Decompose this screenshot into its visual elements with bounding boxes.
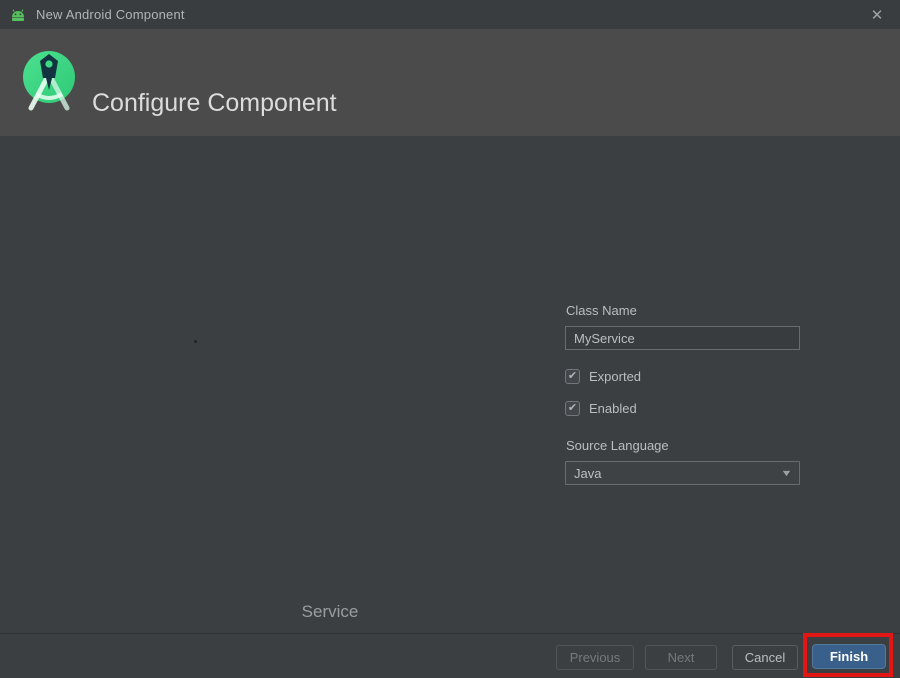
android-studio-logo [21, 50, 77, 112]
checkbox-checked-icon: ✔ [565, 368, 580, 384]
previous-button[interactable]: Previous [556, 645, 634, 670]
chevron-down-icon: ▼ [780, 468, 793, 478]
enabled-label: Enabled [589, 400, 637, 416]
class-name-input[interactable] [565, 326, 800, 350]
android-robot-icon [9, 7, 27, 23]
close-icon: ✕ [870, 6, 884, 24]
source-language-value: Java [574, 465, 602, 481]
component-name: Service [301, 602, 359, 621]
source-language-select[interactable]: Java ▼ [565, 461, 800, 485]
finish-highlight-annotation: Finish [803, 633, 893, 677]
exported-label: Exported [589, 368, 642, 384]
finish-button[interactable]: Finish [812, 644, 886, 669]
next-button[interactable]: Next [645, 645, 717, 670]
exported-checkbox[interactable]: ✔ Exported [565, 368, 641, 384]
page-title: Configure Component [92, 89, 337, 117]
header: Configure Component [0, 29, 900, 136]
enabled-checkbox[interactable]: ✔ Enabled [565, 400, 637, 416]
body: Class Name ✔ Exported ✔ Enabled Source L… [0, 136, 900, 633]
footer: Previous Next Cancel Finish [0, 633, 900, 678]
checkbox-checked-icon: ✔ [565, 400, 580, 416]
class-name-label: Class Name [566, 303, 637, 318]
cancel-button[interactable]: Cancel [732, 645, 798, 670]
new-android-component-dialog: New Android Component ✕ Configure Compon… [0, 0, 900, 678]
close-button[interactable]: ✕ [854, 0, 900, 29]
window-title: New Android Component [36, 7, 185, 22]
stray-dot [194, 340, 197, 343]
titlebar: New Android Component ✕ [0, 0, 900, 29]
source-language-label: Source Language [566, 438, 669, 453]
